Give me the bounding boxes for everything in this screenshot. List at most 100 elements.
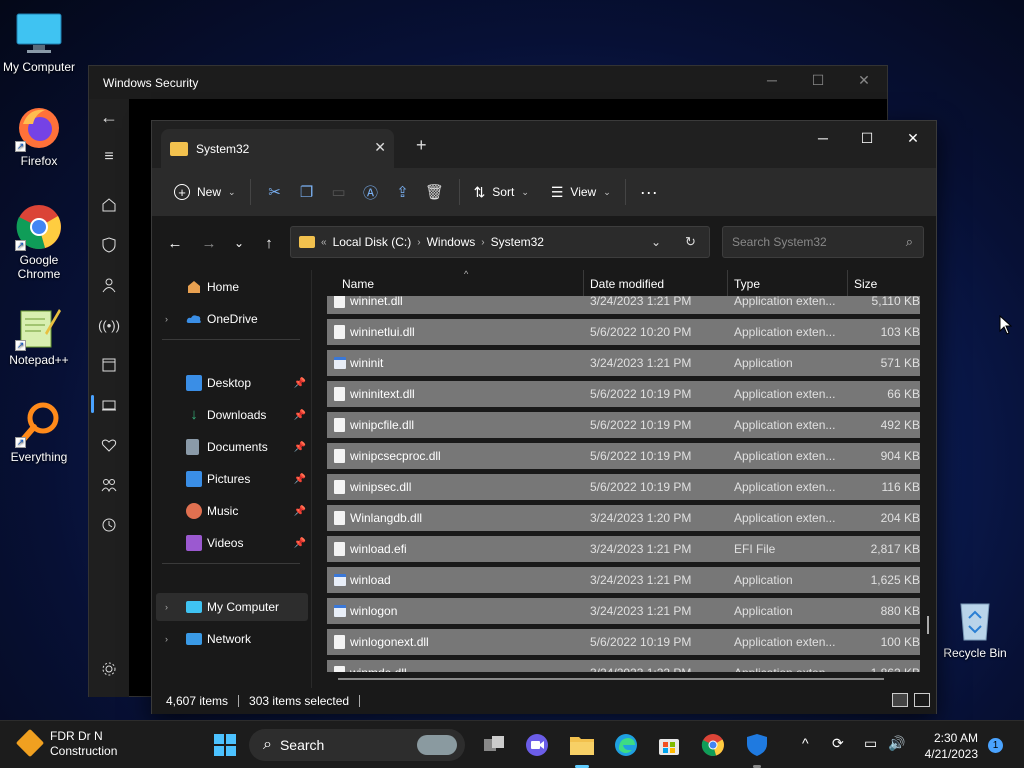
chevron-right-icon[interactable]: › xyxy=(481,237,484,248)
table-row[interactable]: winipcfile.dll 5/6/2022 10:19 PM Applicati… xyxy=(327,412,920,438)
pin-icon[interactable]: 📌 xyxy=(294,442,306,453)
minimize-button[interactable]: ─ xyxy=(749,72,795,94)
volume-icon[interactable]: 🔊 xyxy=(888,735,905,752)
copy-icon[interactable]: ❐ xyxy=(291,176,323,208)
sort-button[interactable]: ⇅ Sort ⌄ xyxy=(468,176,535,208)
desktop-icon-notepad-plus-plus[interactable]: ↗ Notepad++ xyxy=(0,303,78,367)
nav-documents[interactable]: Documents 📌 xyxy=(152,433,308,461)
shield-icon[interactable] xyxy=(99,235,119,255)
heart-pulse-icon[interactable] xyxy=(99,435,119,455)
notification-badge[interactable]: 1 xyxy=(988,738,1003,753)
pin-icon[interactable]: 📌 xyxy=(294,378,306,389)
address-bar[interactable]: « Local Disk (C:) › Windows › System32 ⌄… xyxy=(290,226,710,258)
up-arrow-icon[interactable]: ↑ xyxy=(258,232,280,254)
forward-arrow-icon[interactable]: → xyxy=(198,232,220,254)
weather-widget[interactable]: FDR Dr N Construction xyxy=(15,728,117,759)
back-arrow-icon[interactable]: ← xyxy=(99,107,119,127)
table-row[interactable]: winlogon 3/24/2023 1:21 PM Application 880 … xyxy=(327,598,920,624)
app-browser-icon[interactable] xyxy=(99,355,119,375)
desktop-icon-recycle-bin[interactable]: Recycle Bin xyxy=(936,596,1014,660)
column-divider[interactable] xyxy=(583,270,584,296)
details-view-button[interactable] xyxy=(892,693,908,707)
network-icon[interactable]: ▭ xyxy=(864,735,877,752)
close-button[interactable]: ✕ xyxy=(841,72,887,94)
chevron-right-icon[interactable]: › xyxy=(417,237,420,248)
clock[interactable]: 2:30 AM 4/21/2023 xyxy=(920,730,978,762)
large-icons-view-button[interactable] xyxy=(914,693,930,707)
table-row[interactable]: winload.efi 3/24/2023 1:21 PM EFI File 2,81… xyxy=(327,536,920,562)
nav-music[interactable]: Music 📌 xyxy=(152,497,308,525)
close-tab-icon[interactable]: ✕ xyxy=(374,139,386,156)
family-options-icon[interactable] xyxy=(99,475,119,495)
maximize-button[interactable]: ☐ xyxy=(795,72,841,94)
column-divider[interactable] xyxy=(727,270,728,296)
column-date-modified[interactable]: Date modified xyxy=(590,277,664,291)
account-icon[interactable] xyxy=(99,275,119,295)
taskbar-edge[interactable] xyxy=(610,729,642,761)
nav-home[interactable]: Home xyxy=(152,273,308,301)
nav-pictures[interactable]: Pictures 📌 xyxy=(152,465,308,493)
desktop-icon-everything[interactable]: ↗ Everything xyxy=(0,400,78,464)
desktop-icon-my-computer[interactable]: My Computer xyxy=(0,10,78,74)
sync-icon[interactable]: ⟳ xyxy=(832,735,844,752)
back-arrow-icon[interactable]: ← xyxy=(164,232,186,254)
network-wifi-icon[interactable]: ((•)) xyxy=(98,315,120,335)
table-row[interactable]: winlogonext.dll 5/6/2022 10:19 PM Applicat… xyxy=(327,629,920,655)
view-button[interactable]: ☰ View ⌄ xyxy=(545,176,617,208)
taskbar-file-explorer[interactable] xyxy=(566,729,598,761)
settings-gear-icon[interactable] xyxy=(99,659,119,679)
nav-desktop[interactable]: Desktop 📌 xyxy=(152,369,308,397)
desktop-icon-chrome[interactable]: ↗ Google Chrome xyxy=(0,203,78,281)
breadcrumb-windows[interactable]: Windows xyxy=(427,235,476,249)
tab-system32[interactable]: System32 ✕ xyxy=(161,129,394,168)
taskbar-chat-app[interactable] xyxy=(521,729,553,761)
paste-icon[interactable]: ▭ xyxy=(323,176,355,208)
rename-icon[interactable]: Ⓐ xyxy=(355,176,387,208)
address-dropdown-chevron-icon[interactable]: ⌄ xyxy=(651,235,661,249)
new-button[interactable]: + New ⌄ xyxy=(168,176,242,208)
nav-onedrive[interactable]: › OneDrive xyxy=(152,305,308,333)
column-size[interactable]: Size xyxy=(854,277,877,291)
nav-network[interactable]: › Network xyxy=(152,625,308,653)
recent-locations-chevron-icon[interactable]: ⌄ xyxy=(228,232,250,254)
table-row[interactable]: Winlangdb.dll 3/24/2023 1:20 PM Applicatio… xyxy=(327,505,920,531)
refresh-icon[interactable]: ↻ xyxy=(685,234,696,250)
column-type[interactable]: Type xyxy=(734,277,760,291)
close-window-button[interactable]: ✕ xyxy=(890,125,936,151)
table-row[interactable]: winipsec.dll 5/6/2022 10:19 PM Application… xyxy=(327,474,920,500)
taskbar-store[interactable] xyxy=(653,729,685,761)
desktop-icon-firefox[interactable]: ↗ Firefox xyxy=(0,104,78,168)
hamburger-menu-icon[interactable]: ≡ xyxy=(99,147,119,167)
new-tab-button[interactable]: + xyxy=(416,135,427,156)
nav-videos[interactable]: Videos 📌 xyxy=(152,529,308,557)
table-row[interactable]: wininitext.dll 5/6/2022 10:19 PM Applicati… xyxy=(327,381,920,407)
pin-icon[interactable]: 📌 xyxy=(294,474,306,485)
pin-icon[interactable]: 📌 xyxy=(294,506,306,517)
expand-chevron-icon[interactable]: › xyxy=(165,634,168,644)
pin-icon[interactable]: 📌 xyxy=(294,410,306,421)
column-name[interactable]: Name xyxy=(342,277,374,291)
vertical-scrollbar-thumb[interactable] xyxy=(927,616,929,634)
more-options-icon[interactable]: ··· xyxy=(634,176,664,208)
table-row[interactable]: wininit 3/24/2023 1:21 PM Application 571 K… xyxy=(327,350,920,376)
maximize-button[interactable]: ☐ xyxy=(844,125,890,151)
horizontal-scrollbar[interactable] xyxy=(338,678,884,680)
minimize-button[interactable]: ─ xyxy=(800,125,846,151)
table-row[interactable]: winload 3/24/2023 1:21 PM Application 1,625… xyxy=(327,567,920,593)
start-button[interactable] xyxy=(209,729,241,761)
delete-icon[interactable]: 🗑 xyxy=(419,176,451,208)
table-row[interactable]: wininet.dll 3/24/2023 1:21 PM Application … xyxy=(327,296,920,314)
device-security-icon[interactable] xyxy=(99,395,119,415)
nav-my-computer[interactable]: › My Computer xyxy=(156,593,308,621)
pin-icon[interactable]: 📌 xyxy=(294,538,306,549)
taskbar-windows-security[interactable] xyxy=(741,729,773,761)
file-explorer-window[interactable]: System32 ✕ + ─ ☐ ✕ + New ⌄ ✂ ❐ ▭ Ⓐ ⇪ 🗑 ⇅… xyxy=(151,120,937,714)
table-row[interactable]: winmde.dll 3/24/2023 1:22 PM Application e… xyxy=(327,660,920,672)
show-hidden-icons-chevron-icon[interactable]: ^ xyxy=(802,735,809,751)
expand-chevron-icon[interactable]: › xyxy=(165,314,168,324)
share-icon[interactable]: ⇪ xyxy=(387,176,419,208)
column-divider[interactable] xyxy=(847,270,848,296)
table-row[interactable]: wininetlui.dll 5/6/2022 10:20 PM Applicati… xyxy=(327,319,920,345)
task-view-button[interactable] xyxy=(478,729,510,761)
breadcrumb-local-disk[interactable]: Local Disk (C:) xyxy=(333,235,412,249)
